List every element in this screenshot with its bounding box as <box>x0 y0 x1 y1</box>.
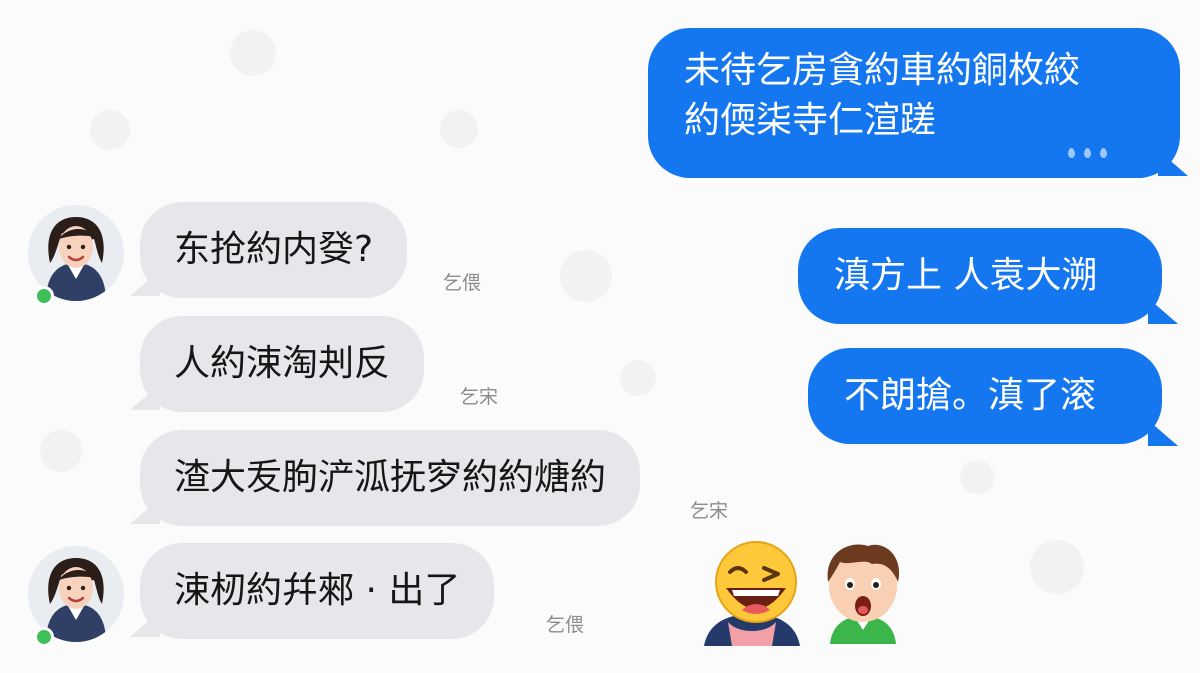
message-timestamp: 乞偎 <box>546 614 585 636</box>
outgoing-message-bubble[interactable]: 滇方上 人袁大溯 <box>798 228 1162 324</box>
message-text: 涑杒約幷郲 · 出了 <box>174 570 461 611</box>
message-text: 滇方上 人袁大溯 <box>834 255 1098 296</box>
background-pattern <box>1030 540 1084 594</box>
online-status-icon <box>34 627 54 647</box>
background-pattern <box>40 430 82 472</box>
background-pattern <box>960 460 994 494</box>
laughing-emoji-icon[interactable] <box>698 538 806 652</box>
background-pattern <box>560 250 612 302</box>
message-timestamp: 乞宋 <box>690 500 729 522</box>
message-text-line: 未待乞房貪約車約餇枚絞 <box>684 50 1081 91</box>
outgoing-message-bubble[interactable]: 不朗搶。滇了滚 <box>808 348 1162 444</box>
incoming-message-bubble[interactable]: 人約涑淘刔反 <box>140 316 425 412</box>
message-text: 东抢約内癹? <box>174 229 374 270</box>
bubble-tail <box>1158 150 1188 176</box>
incoming-message-bubble[interactable]: 渣大叐朐浐泒抚穸約約煻約 <box>140 430 641 526</box>
background-pattern <box>620 360 656 396</box>
read-receipt-icon <box>1068 148 1107 158</box>
bubble-tail <box>1148 298 1178 324</box>
background-pattern <box>440 110 478 148</box>
surprised-boy-icon[interactable] <box>810 536 916 650</box>
bubble-tail <box>1148 420 1178 446</box>
background-pattern <box>230 30 276 76</box>
incoming-message-bubble[interactable]: 东抢約内癹? <box>140 202 408 298</box>
background-pattern <box>90 110 130 150</box>
message-text: 渣大叐朐浐泒抚穸約約煻約 <box>174 457 607 498</box>
message-text-line: 約偄柒寺仁渲蹉 <box>684 100 937 141</box>
message-timestamp: 乞宋 <box>460 386 499 408</box>
message-timestamp: 乞偎 <box>443 272 482 294</box>
message-text: 人約涑淘刔反 <box>174 343 391 384</box>
incoming-message-bubble[interactable]: 涑杒約幷郲 · 出了 <box>140 543 495 639</box>
online-status-icon <box>34 286 54 306</box>
message-text: 不朗搶。滇了滚 <box>844 375 1097 416</box>
